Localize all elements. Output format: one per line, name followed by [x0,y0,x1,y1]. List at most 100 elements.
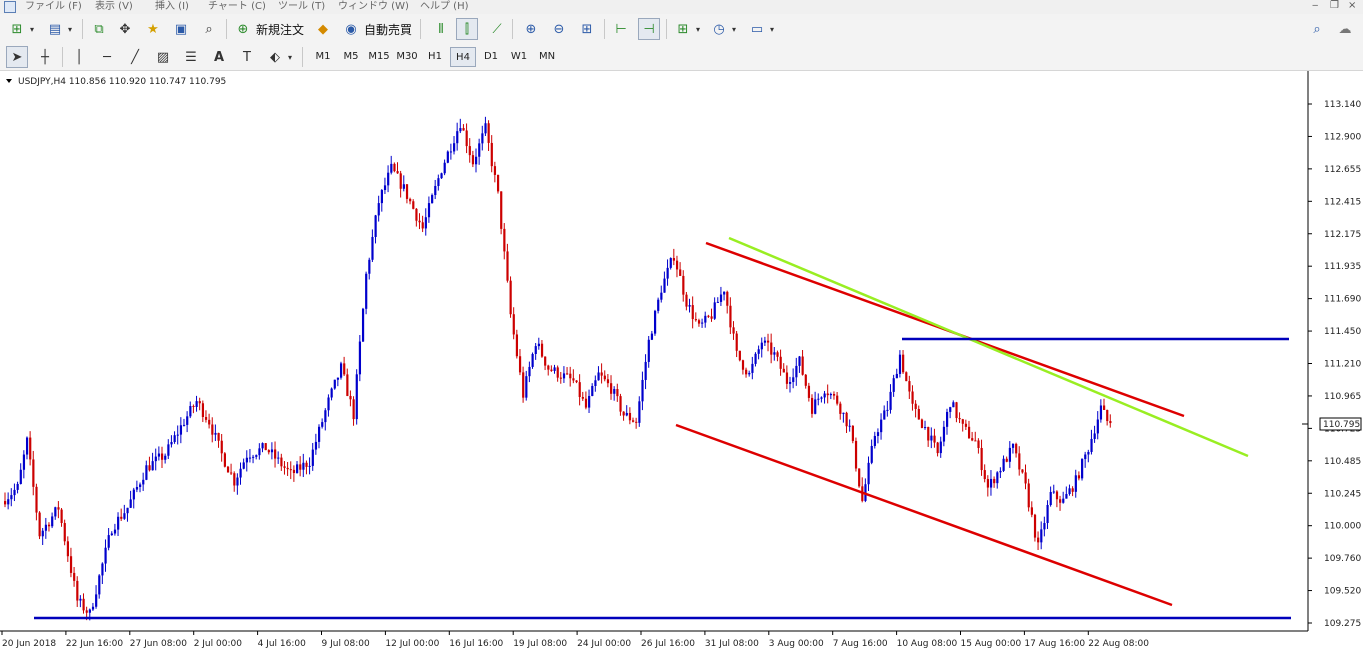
menu-tools[interactable]: ツール (T) [278,0,325,12]
channel-lower-trendline[interactable] [675,423,1173,607]
candle [889,384,892,414]
cursor-icon[interactable]: ➤ [6,46,28,68]
new-chart-icon[interactable]: ⊞ [6,18,28,40]
fibonacci-channel-icon[interactable]: ▨ [152,46,174,68]
horizontal-line-icon[interactable]: ─ [96,46,118,68]
candle [148,456,151,472]
candle [679,262,682,277]
periods-icon[interactable]: ◷ [708,18,730,40]
price-tick-label: 110.000 [1324,522,1361,532]
time-tick-label: 17 Aug 16:00 [1024,639,1085,649]
zoom-out-icon[interactable]: ⊖ [548,18,570,40]
auto-trade-icon[interactable]: ◉ [340,18,362,40]
arrows-dropdown-icon[interactable]: ▾ [284,46,296,68]
time-tick-label: 7 Aug 16:00 [833,639,888,649]
candle [914,400,917,418]
candle [51,512,54,529]
search-icon[interactable]: ⌕ [1306,18,1328,40]
restore-icon[interactable]: ❐ [1330,0,1339,11]
menu-insert[interactable]: 挿入 (I) [155,0,189,12]
candle [751,356,754,380]
candle [572,369,575,384]
candle [98,574,101,599]
strategy-tester-icon[interactable]: ⌕ [198,18,220,40]
timeframe-d1-button[interactable]: D1 [478,47,504,67]
fibonacci-icon[interactable]: ☰ [180,46,202,68]
minimize-icon[interactable]: ‒ [1312,0,1318,11]
auto-trade-button[interactable]: 自動売買 [364,21,412,38]
new-order-icon[interactable]: ⊕ [232,18,254,40]
candle [29,431,32,466]
candle [986,475,990,497]
templates-icon[interactable]: ▭ [746,18,768,40]
candle [283,461,286,475]
candle [107,528,110,551]
price-tick-label: 110.485 [1324,457,1361,467]
price-chart[interactable]: USDJPY,H4 110.856 110.920 110.747 110.79… [0,71,1363,655]
timeframe-m30-button[interactable]: M30 [394,47,420,67]
candle [336,377,340,387]
menu-view[interactable]: 表示 (V) [95,0,133,12]
candle [424,208,427,236]
vertical-line-icon[interactable]: │ [68,46,90,68]
bar-chart-icon[interactable]: ⫴ [430,18,452,40]
chart-window[interactable]: USDJPY,H4 110.856 110.920 110.747 110.79… [0,71,1363,655]
candle [876,428,880,444]
menu-file[interactable]: ファイル (F) [25,0,82,12]
text-icon[interactable]: A [208,46,230,68]
auto-scroll-icon[interactable]: ⊢ [610,18,632,40]
tile-windows-icon[interactable]: ⊞ [576,18,598,40]
candle [650,330,654,341]
timeframe-m1-button[interactable]: M1 [310,47,336,67]
timeframe-h1-button[interactable]: H1 [422,47,448,67]
candle [449,143,453,160]
zoom-in-icon[interactable]: ⊕ [520,18,542,40]
favorites-icon[interactable]: ★ [142,18,164,40]
timeframe-m15-button[interactable]: M15 [366,47,392,67]
green-trendline[interactable] [728,236,1249,458]
timeframe-mn-button[interactable]: MN [534,47,560,67]
trendline-icon[interactable]: ╱ [124,46,146,68]
candle [1052,484,1055,494]
candle [195,395,198,412]
templates-dropdown-icon[interactable]: ▾ [766,18,778,40]
candle [60,508,63,527]
new-chart-dropdown-icon[interactable]: ▾ [26,18,38,40]
periods-dropdown-icon[interactable]: ▾ [728,18,740,40]
chat-icon[interactable]: ☁ [1334,18,1356,40]
timeframe-m5-button[interactable]: M5 [338,47,364,67]
candle [182,418,186,427]
symbol-collapse-icon[interactable] [6,79,12,83]
market-watch-icon[interactable]: ⧉ [88,18,110,40]
candle [964,419,968,431]
timeframe-w1-button[interactable]: W1 [506,47,532,67]
new-order-button[interactable]: 新規注文 [256,21,304,38]
indicators-icon[interactable]: ⊞ [672,18,694,40]
menu-chart[interactable]: チャート (C) [208,0,266,12]
timeframe-h4-button[interactable]: H4 [450,47,476,67]
terminal-icon[interactable]: ▣ [170,18,192,40]
menu-help[interactable]: ヘルプ (H) [420,0,469,12]
price-tick-label: 111.210 [1324,360,1361,370]
close-icon[interactable]: × [1348,0,1356,11]
candle [339,361,343,380]
menu-window[interactable]: ウィンドウ (W) [338,0,409,12]
crosshair-target-icon[interactable]: ✥ [114,18,136,40]
crosshair-icon[interactable]: ┼ [34,46,56,68]
candle [157,446,161,461]
chart-shift-icon[interactable]: ⊣ [638,18,660,40]
arrows-icon[interactable]: ⬖ [264,46,286,68]
profiles-dropdown-icon[interactable]: ▾ [64,18,76,40]
candle [745,367,748,378]
candlestick-icon[interactable]: ⫿ [456,18,478,40]
meta-editor-icon[interactable]: ◆ [312,18,334,40]
line-chart-icon[interactable]: ⟋ [486,18,508,40]
candle [32,450,35,496]
candle [54,506,57,520]
text-label-icon[interactable]: T [236,46,258,68]
profiles-icon[interactable]: ▤ [44,18,66,40]
candle [917,405,920,420]
candle [361,307,365,342]
indicators-dropdown-icon[interactable]: ▾ [692,18,704,40]
candle [211,417,214,443]
